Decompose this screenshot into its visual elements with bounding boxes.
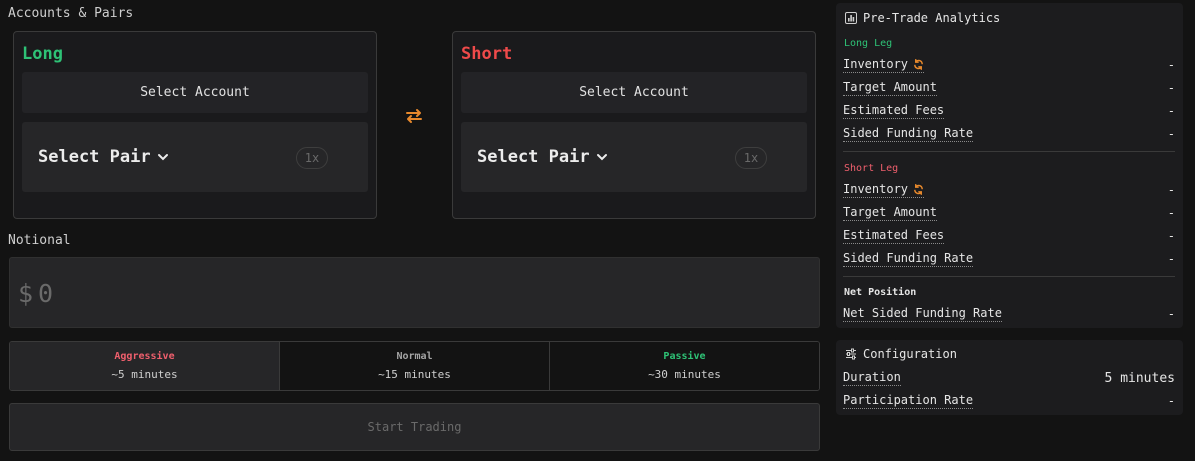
short-estimated-fees-value: - bbox=[1167, 229, 1175, 243]
currency-symbol: $ bbox=[18, 279, 34, 308]
speed-option-time: ~5 minutes bbox=[111, 368, 178, 381]
long-leg-card: Long Select Account Select Pair 1x bbox=[13, 31, 377, 219]
configuration-header: Configuration bbox=[845, 347, 957, 361]
net-position-subheader: Net Position bbox=[844, 287, 917, 298]
short-funding-rate-value: - bbox=[1167, 252, 1175, 266]
duration-value: 5 minutes bbox=[1104, 370, 1175, 386]
short-select-account-button[interactable]: Select Account bbox=[461, 72, 807, 113]
long-inventory-value: - bbox=[1167, 58, 1175, 72]
duration-label[interactable]: Duration bbox=[843, 370, 901, 386]
long-select-account-button[interactable]: Select Account bbox=[22, 72, 368, 113]
long-select-pair-dropdown[interactable]: Select Pair bbox=[38, 147, 169, 167]
short-select-pair-dropdown[interactable]: Select Pair bbox=[477, 147, 608, 167]
short-inventory-label-text: Inventory bbox=[843, 182, 909, 196]
section-title: Accounts & Pairs bbox=[8, 6, 134, 21]
short-estimated-fees-row: Estimated Fees - bbox=[843, 227, 1175, 245]
long-estimated-fees-label[interactable]: Estimated Fees bbox=[843, 103, 945, 119]
short-target-amount-value: - bbox=[1167, 206, 1175, 220]
short-select-pair-label: Select Pair bbox=[477, 147, 590, 167]
long-estimated-fees-value: - bbox=[1167, 104, 1175, 118]
short-funding-rate-row: Sided Funding Rate - bbox=[843, 250, 1175, 268]
configuration-panel: Configuration Duration 5 minutes Partici… bbox=[836, 340, 1183, 415]
short-estimated-fees-label[interactable]: Estimated Fees bbox=[843, 228, 945, 244]
long-inventory-label-text: Inventory bbox=[843, 57, 909, 71]
notional-label: Notional bbox=[8, 233, 71, 248]
net-funding-rate-value: - bbox=[1167, 307, 1175, 321]
short-inventory-row: Inventory - bbox=[843, 181, 1175, 199]
long-select-pair-label: Select Pair bbox=[38, 147, 151, 167]
long-funding-rate-value: - bbox=[1167, 127, 1175, 141]
analytics-header: Pre-Trade Analytics bbox=[845, 11, 1000, 25]
long-target-amount-row: Target Amount - bbox=[843, 79, 1175, 97]
net-funding-rate-row: Net Sided Funding Rate - bbox=[843, 305, 1175, 323]
short-pair-selector: Select Pair 1x bbox=[461, 122, 807, 192]
chevron-down-icon bbox=[157, 154, 168, 161]
chevron-down-icon bbox=[596, 154, 607, 161]
sliders-icon bbox=[846, 348, 856, 360]
short-inventory-value: - bbox=[1167, 183, 1175, 197]
short-leg-subheader: Short Leg bbox=[844, 163, 899, 174]
short-leverage-badge[interactable]: 1x bbox=[735, 147, 767, 169]
long-inventory-row: Inventory - bbox=[843, 56, 1175, 74]
speed-option-name: Normal bbox=[396, 351, 433, 362]
bar-chart-icon bbox=[845, 12, 857, 24]
long-target-amount-value: - bbox=[1167, 81, 1175, 95]
short-funding-rate-label[interactable]: Sided Funding Rate bbox=[843, 251, 974, 267]
divider bbox=[843, 151, 1175, 152]
notional-field: $ bbox=[9, 257, 820, 328]
participation-rate-value: - bbox=[1167, 394, 1175, 408]
long-leg-title: Long bbox=[22, 44, 63, 64]
refresh-icon[interactable] bbox=[913, 184, 924, 195]
speed-option-passive[interactable]: Passive ~30 minutes bbox=[550, 342, 819, 390]
net-funding-rate-label[interactable]: Net Sided Funding Rate bbox=[843, 306, 1002, 322]
execution-speed-selector: Aggressive ~5 minutes Normal ~15 minutes… bbox=[9, 341, 820, 391]
short-target-amount-label[interactable]: Target Amount bbox=[843, 205, 937, 221]
long-leverage-badge[interactable]: 1x bbox=[296, 147, 328, 169]
swap-arrows-icon[interactable] bbox=[404, 108, 424, 124]
long-pair-selector: Select Pair 1x bbox=[22, 122, 368, 192]
duration-row: Duration 5 minutes bbox=[843, 369, 1175, 387]
speed-option-name: Passive bbox=[663, 351, 706, 362]
divider bbox=[843, 276, 1175, 277]
speed-option-aggressive[interactable]: Aggressive ~5 minutes bbox=[10, 342, 280, 390]
speed-option-name: Aggressive bbox=[114, 351, 175, 362]
short-leg-card: Short Select Account Select Pair 1x bbox=[452, 31, 816, 219]
configuration-title: Configuration bbox=[863, 347, 957, 361]
pre-trade-analytics-panel: Pre-Trade Analytics Long Leg Inventory -… bbox=[836, 3, 1183, 328]
participation-rate-row: Participation Rate - bbox=[843, 392, 1175, 410]
long-inventory-label[interactable]: Inventory bbox=[843, 57, 925, 73]
long-funding-rate-label[interactable]: Sided Funding Rate bbox=[843, 126, 974, 142]
long-estimated-fees-row: Estimated Fees - bbox=[843, 102, 1175, 120]
short-inventory-label[interactable]: Inventory bbox=[843, 182, 925, 198]
analytics-title: Pre-Trade Analytics bbox=[863, 11, 1001, 25]
speed-option-time: ~30 minutes bbox=[648, 368, 721, 381]
participation-rate-label[interactable]: Participation Rate bbox=[843, 393, 974, 409]
speed-option-normal[interactable]: Normal ~15 minutes bbox=[280, 342, 550, 390]
refresh-icon[interactable] bbox=[913, 59, 924, 70]
start-trading-button[interactable]: Start Trading bbox=[9, 403, 820, 451]
long-target-amount-label[interactable]: Target Amount bbox=[843, 80, 937, 96]
long-funding-rate-row: Sided Funding Rate - bbox=[843, 125, 1175, 143]
long-leg-subheader: Long Leg bbox=[844, 38, 893, 49]
short-leg-title: Short bbox=[461, 44, 513, 64]
speed-option-time: ~15 minutes bbox=[378, 368, 451, 381]
short-target-amount-row: Target Amount - bbox=[843, 204, 1175, 222]
notional-input[interactable] bbox=[38, 276, 738, 310]
